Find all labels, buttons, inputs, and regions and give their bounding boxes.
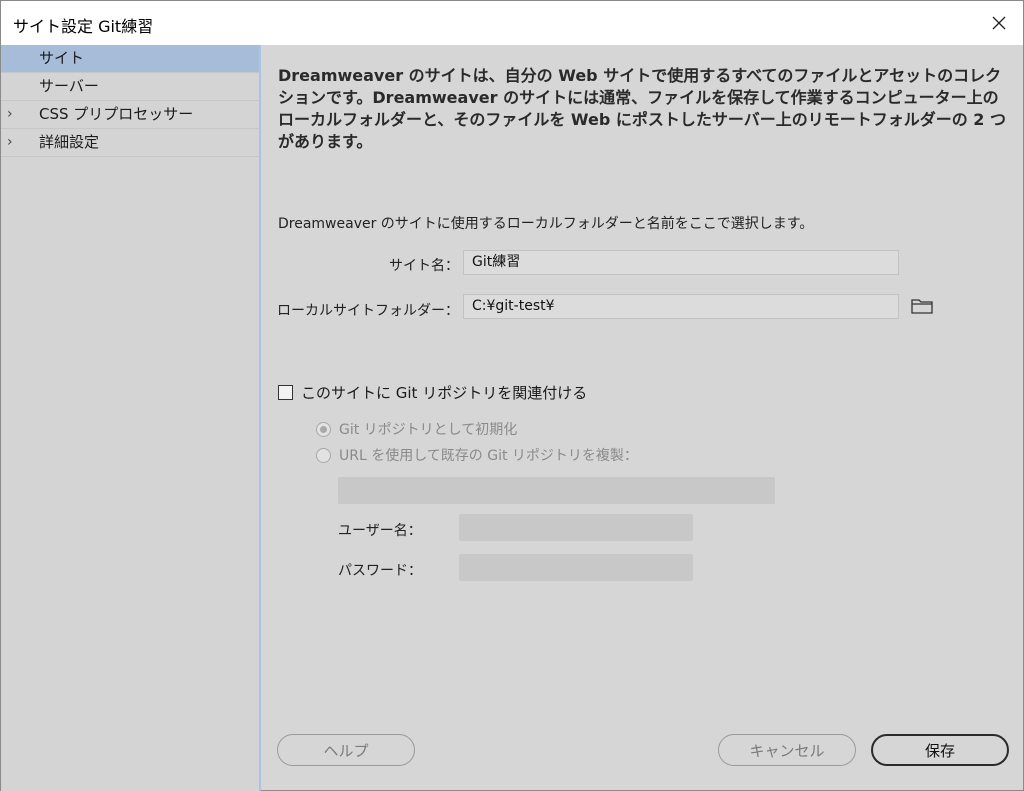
close-button[interactable] (983, 7, 1015, 39)
repo-url-input[interactable] (338, 477, 775, 504)
local-folder-instructions: Dreamweaver のサイトに使用するローカルフォルダーと名前をここで選択し… (278, 216, 814, 232)
username-label: ユーザー名： (338, 523, 422, 539)
checkbox-box[interactable] (278, 385, 293, 400)
sidebar-item-site[interactable]: サイト (1, 45, 259, 73)
dialog-title: サイト設定 Git練習 (13, 17, 154, 36)
sidebar-item-label: 詳細設定 (39, 133, 100, 151)
help-button[interactable]: ヘルプ (277, 734, 415, 766)
sidebar-item-label: CSS プリプロセッサー (39, 105, 194, 123)
git-repo-checkbox[interactable]: このサイトに Git リポジトリを関連付ける (278, 382, 587, 403)
sidebar-item-server[interactable]: サーバー (1, 73, 259, 101)
sidebar-item-advanced[interactable]: › 詳細設定 (1, 129, 259, 157)
radio-init-repo[interactable]: Git リポジトリとして初期化 (316, 419, 517, 439)
radio-button[interactable] (316, 447, 331, 463)
save-button[interactable]: 保存 (871, 734, 1009, 766)
title-bar: サイト設定 Git練習 (1, 1, 1023, 45)
local-folder-label: ローカルサイトフォルダー： (277, 303, 459, 319)
sidebar-item-label: サイト (39, 49, 85, 67)
cancel-button[interactable]: キャンセル (718, 734, 856, 766)
intro-text: Dreamweaver のサイトは、自分の Web サイトで使用するすべてのファ… (278, 66, 1006, 151)
settings-panel: Dreamweaver のサイトは、自分の Web サイトで使用するすべてのファ… (263, 45, 1023, 791)
local-folder-input[interactable]: C:¥git-test¥ (463, 294, 899, 319)
radio-init-label: Git リポジトリとして初期化 (339, 422, 518, 438)
site-name-input[interactable]: Git練習 (463, 250, 899, 275)
chevron-right-icon[interactable]: › (7, 101, 13, 128)
radio-button[interactable] (316, 421, 331, 437)
sidebar-item-label: サーバー (39, 77, 99, 95)
site-name-label: サイト名： (389, 258, 459, 274)
git-checkbox-label: このサイトに Git リポジトリを関連付ける (301, 384, 588, 402)
radio-clone-repo[interactable]: URL を使用して既存の Git リポジトリを複製： (316, 445, 638, 465)
password-label: パスワード： (338, 563, 422, 579)
username-input[interactable] (459, 514, 693, 541)
sidebar-item-css-preprocessor[interactable]: › CSS プリプロセッサー (1, 101, 259, 129)
site-settings-dialog: サイト設定 Git練習 サイト サーバー › CSS プリプロセッサー › 詳細… (0, 0, 1024, 791)
password-input[interactable] (459, 554, 693, 581)
radio-clone-label: URL を使用して既存の Git リポジトリを複製： (339, 448, 638, 464)
close-icon (992, 16, 1006, 30)
chevron-right-icon[interactable]: › (7, 129, 13, 156)
folder-icon[interactable] (911, 297, 933, 315)
category-sidebar: サイト サーバー › CSS プリプロセッサー › 詳細設定 (1, 45, 261, 791)
